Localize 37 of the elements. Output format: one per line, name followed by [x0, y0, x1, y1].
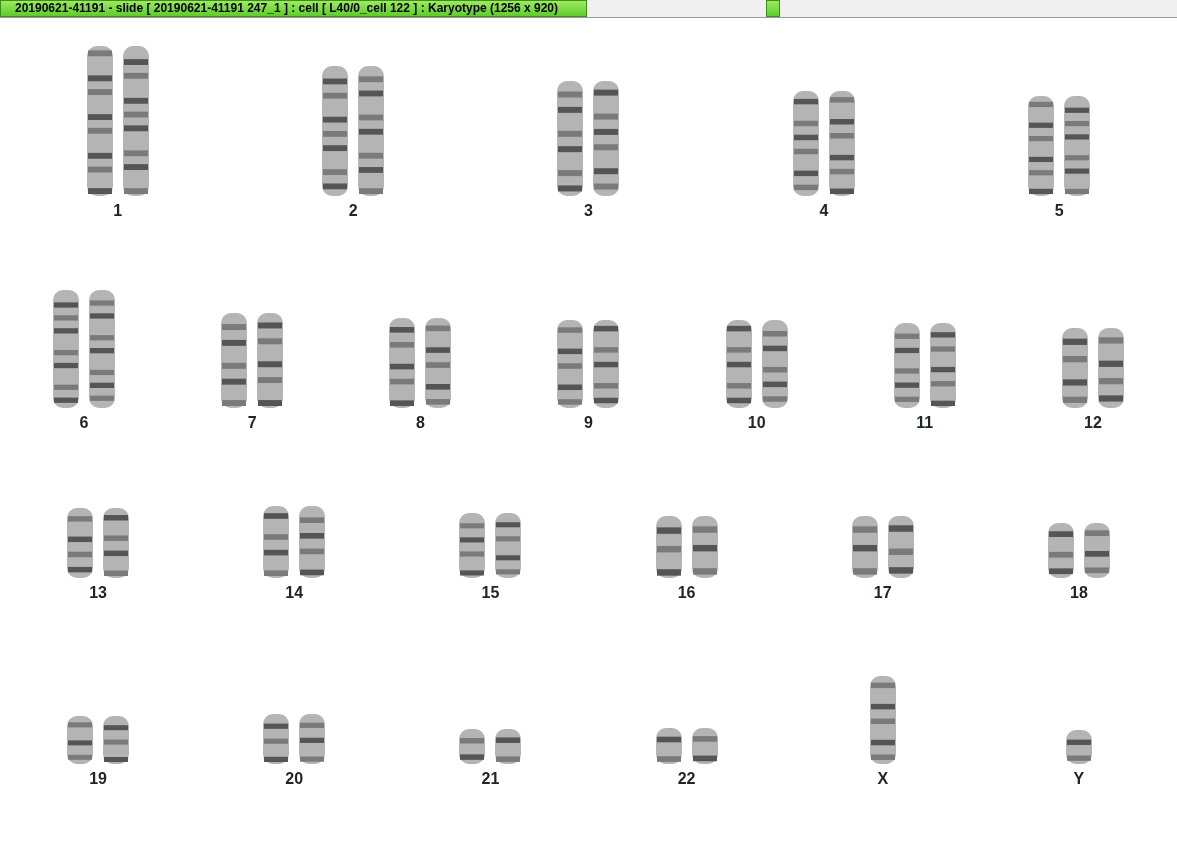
chromosome-label: 20	[285, 770, 304, 788]
chromosome-pair-drawing	[263, 506, 326, 578]
chromosome-label: 4	[819, 202, 829, 220]
chromosome-label: 11	[916, 414, 934, 432]
chromosome-label: 5	[1054, 202, 1064, 220]
chromosome-label: 9	[584, 414, 593, 432]
chromosome-label: Y	[1073, 770, 1085, 788]
chromosome-label: 1	[113, 202, 123, 220]
chromosome-label: 7	[247, 414, 257, 432]
chromosome-label: 19	[89, 770, 107, 788]
chromosome-label: 18	[1070, 584, 1088, 602]
chromosome-label: 14	[285, 584, 304, 602]
chromosome-label: 10	[747, 414, 766, 432]
chromosome-label: 3	[584, 202, 593, 220]
chromosome-pair-drawing	[1047, 523, 1110, 578]
scroll-thumb[interactable]	[766, 0, 780, 17]
chromosome-label: 21	[481, 770, 500, 788]
chromosome-drawing	[1065, 730, 1092, 764]
chromosome-pair-drawing	[459, 513, 522, 578]
chromosome-label: 22	[677, 770, 696, 788]
chromosome-label: 16	[677, 584, 696, 602]
chromosome-pair-drawing	[851, 516, 914, 578]
chromosome-label: 6	[79, 414, 89, 432]
chromosome-pair-drawing	[263, 714, 326, 764]
chromosome-label: X	[877, 770, 889, 788]
chromosome-label: 13	[89, 584, 107, 602]
chromosome-label: 8	[415, 414, 425, 432]
chromosome-pair-drawing	[655, 728, 718, 764]
chromosome-pair-drawing	[67, 508, 130, 578]
chromosome-label: 2	[348, 202, 358, 220]
chromosome-label: 17	[873, 584, 892, 602]
chromosome-pair-drawing	[67, 716, 130, 764]
window-title: 20190621-41191 - slide [ 20190621-41191 247_1 ] : cell [ L40/0_cell 122 ] : Karyotype (1256 x 920)	[0, 0, 587, 17]
chromosome-pair-drawing	[459, 729, 522, 764]
chromosome-label: 12	[1084, 414, 1102, 432]
chromosome-pair-drawing	[655, 516, 718, 578]
chromosome-label: 15	[481, 584, 500, 602]
